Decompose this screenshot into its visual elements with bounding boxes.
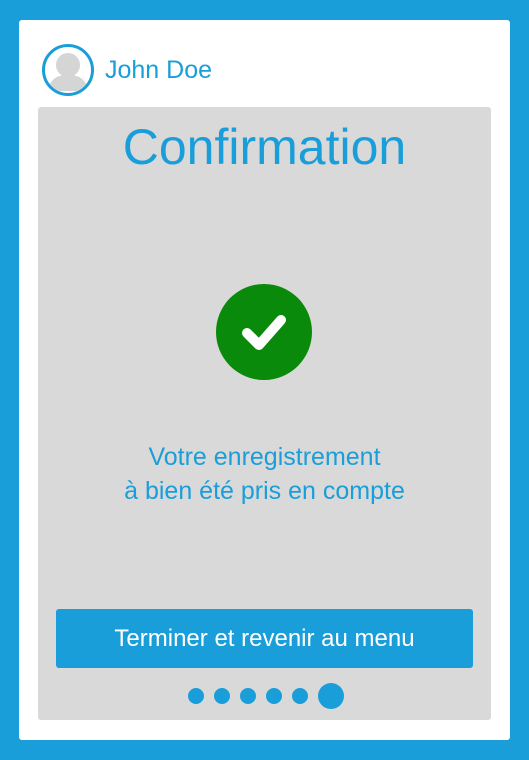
user-avatar-icon bbox=[42, 44, 94, 96]
checkmark-icon bbox=[216, 284, 312, 380]
step-dot-3 bbox=[240, 688, 256, 704]
step-dot-6-current bbox=[318, 683, 344, 709]
username: John Doe bbox=[105, 55, 213, 84]
return-to-menu-button[interactable]: Terminer et revenir au menu bbox=[56, 609, 473, 668]
step-dot-5 bbox=[292, 688, 308, 704]
confirmation-panel: Confirmation Votre enregistrement à bien… bbox=[38, 107, 491, 720]
user-header: John Doe bbox=[42, 41, 212, 99]
confirmation-message-line-1: Votre enregistrement bbox=[148, 443, 381, 471]
app-frame: John Doe Confirmation Votre enregistreme… bbox=[19, 20, 510, 740]
confirmation-message-line-2: à bien été pris en compte bbox=[124, 477, 405, 505]
confirmation-message: Votre enregistrement à bien été pris en … bbox=[38, 440, 491, 508]
step-dot-1 bbox=[188, 688, 204, 704]
page-title: Confirmation bbox=[122, 119, 407, 175]
step-indicator bbox=[188, 683, 344, 709]
step-dot-2 bbox=[214, 688, 230, 704]
step-dot-4 bbox=[266, 688, 282, 704]
